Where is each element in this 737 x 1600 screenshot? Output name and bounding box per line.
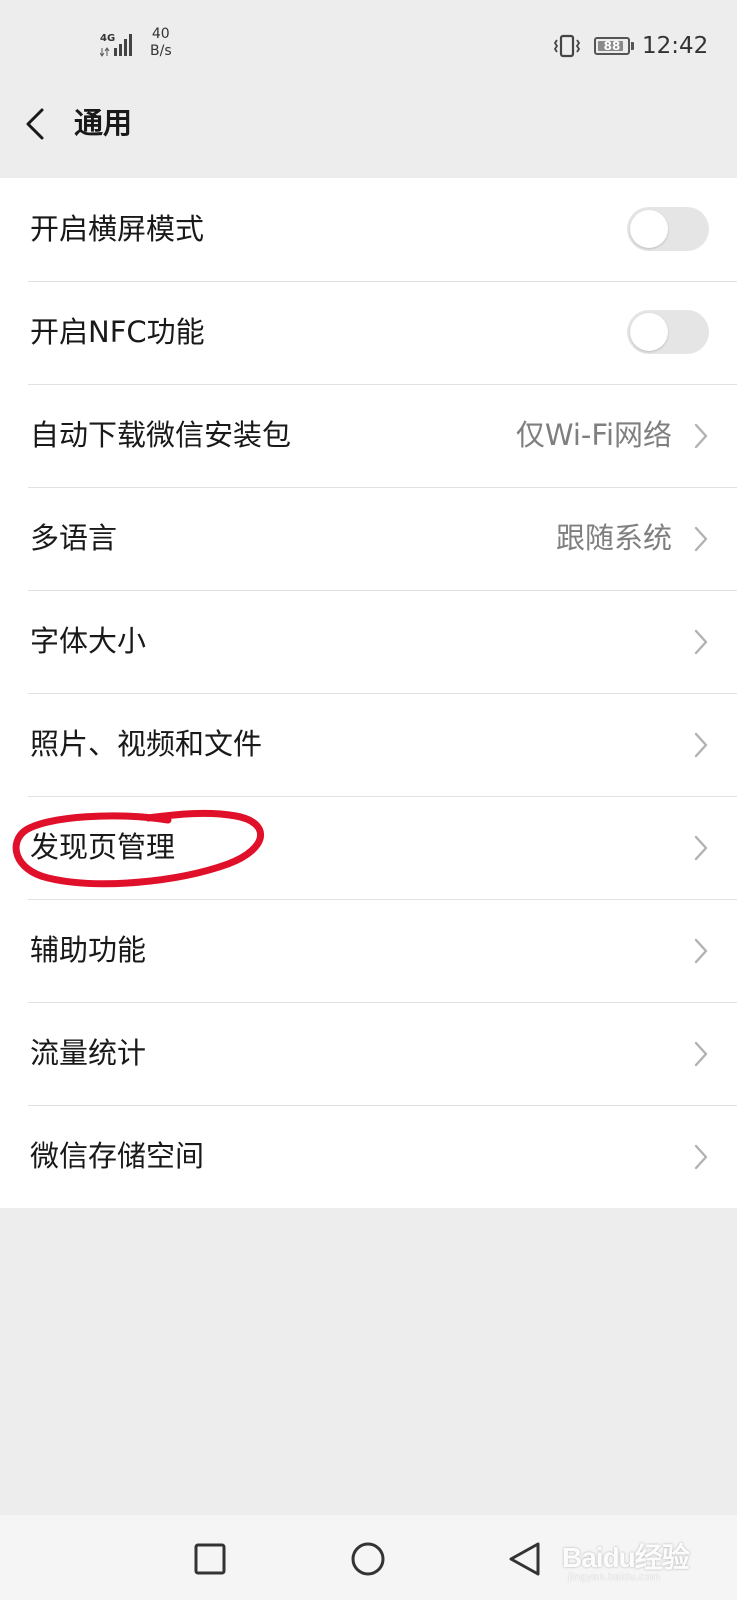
battery-cap <box>631 42 634 50</box>
back-triangle-icon[interactable] <box>505 1539 545 1579</box>
status-bar: 4G 40 B/s 88 12:42 <box>0 0 737 90</box>
battery-level-text: 88 <box>603 39 621 53</box>
setting-label: 辅助功能 <box>30 933 147 967</box>
toggle-knob <box>630 313 668 351</box>
chevron-right-icon <box>694 938 708 964</box>
chevron-right-icon <box>694 629 708 655</box>
chevron-right-icon <box>694 732 708 758</box>
setting-label: 字体大小 <box>30 624 147 658</box>
chevron-right-icon <box>694 1041 708 1067</box>
chevron-right-icon <box>694 423 708 449</box>
settings-list: 开启横屏模式 开启NFC功能 自动下载微信安装包 仅Wi-Fi网络 多语言 跟随… <box>0 178 737 1208</box>
title-bar: 通用 <box>0 90 737 160</box>
recent-apps-icon[interactable] <box>190 1539 230 1579</box>
chevron-right-icon <box>694 835 708 861</box>
toggle-knob <box>630 210 668 248</box>
setting-label: 开启横屏模式 <box>30 212 205 246</box>
network-speed: 40 B/s <box>150 26 172 60</box>
chevron-left-icon[interactable] <box>22 104 52 144</box>
setting-storage[interactable]: 微信存储空间 <box>0 1105 737 1208</box>
network-type: 4G <box>100 33 116 44</box>
chevron-right-icon <box>694 1144 708 1170</box>
setting-font-size[interactable]: 字体大小 <box>0 590 737 693</box>
setting-label: 多语言 <box>30 521 118 555</box>
nfc-toggle[interactable] <box>627 310 709 354</box>
setting-value: 跟随系统 <box>555 521 672 555</box>
setting-nfc: 开启NFC功能 <box>0 281 737 384</box>
network-speed-unit: B/s <box>150 43 172 59</box>
clock: 12:42 <box>642 33 709 59</box>
setting-discover-management[interactable]: 发现页管理 <box>0 796 737 899</box>
battery-icon: 88 <box>594 37 630 55</box>
setting-accessibility[interactable]: 辅助功能 <box>0 899 737 1002</box>
setting-label: 照片、视频和文件 <box>30 727 263 761</box>
network-speed-value: 40 <box>151 26 170 42</box>
setting-label: 流量统计 <box>30 1036 147 1070</box>
landscape-mode-toggle[interactable] <box>627 207 709 251</box>
setting-media-files[interactable]: 照片、视频和文件 <box>0 693 737 796</box>
page-title: 通用 <box>74 106 133 140</box>
setting-label: 微信存储空间 <box>30 1139 205 1173</box>
setting-label: 自动下载微信安装包 <box>30 418 292 452</box>
setting-auto-download[interactable]: 自动下载微信安装包 仅Wi-Fi网络 <box>0 384 737 487</box>
setting-landscape-mode: 开启横屏模式 <box>0 178 737 281</box>
setting-language[interactable]: 多语言 跟随系统 <box>0 487 737 590</box>
setting-data-usage[interactable]: 流量统计 <box>0 1002 737 1105</box>
home-icon[interactable] <box>348 1539 388 1579</box>
system-nav-bar <box>0 1515 737 1600</box>
chevron-right-icon <box>694 526 708 552</box>
setting-label: 发现页管理 <box>30 830 176 864</box>
setting-value: 仅Wi-Fi网络 <box>515 418 672 452</box>
setting-label: 开启NFC功能 <box>30 315 205 349</box>
vibrate-icon <box>553 34 581 58</box>
